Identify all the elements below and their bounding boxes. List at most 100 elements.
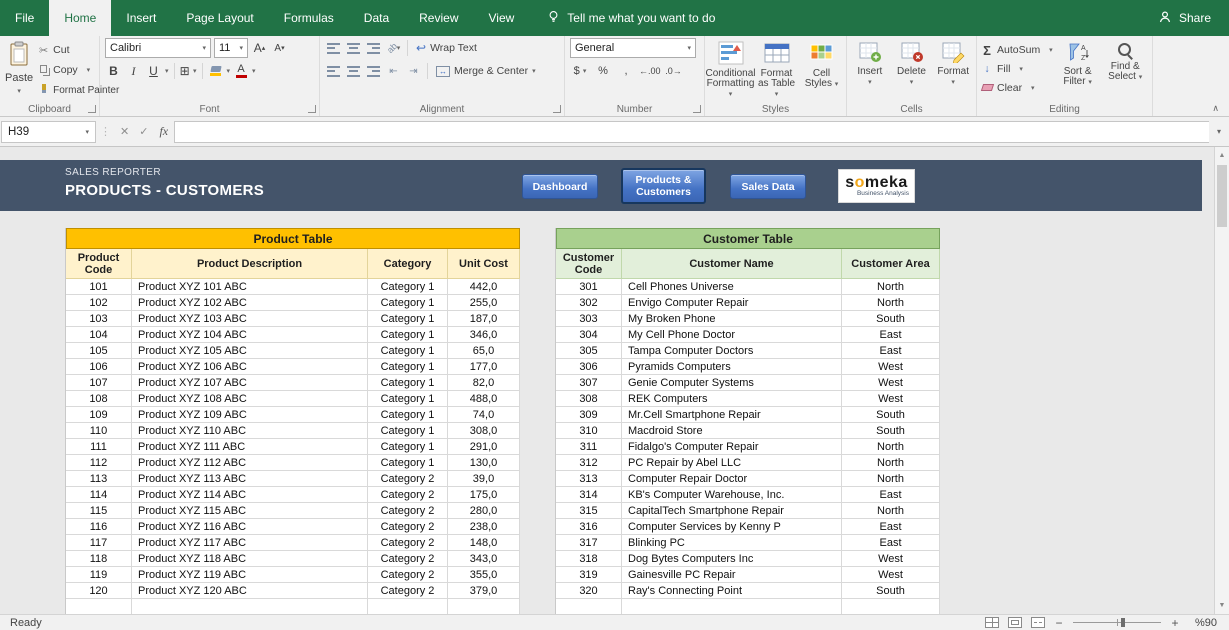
product-category-cell[interactable]: Category 1 [368,439,448,455]
customer-area-cell[interactable]: East [842,487,940,503]
product-cost-cell[interactable]: 343,0 [448,551,520,567]
insert-function-button[interactable]: fx [153,124,174,139]
align-top-button[interactable] [325,38,342,58]
underline-button[interactable]: U [145,61,162,81]
autosum-button[interactable]: ΣAutoSum ▾ [980,41,1054,59]
product-cost-cell[interactable]: 255,0 [448,295,520,311]
product-category-cell[interactable]: Category 2 [368,535,448,551]
cell-styles-button[interactable]: Cell Styles ▾ [800,39,843,102]
product-cost-cell[interactable]: 82,0 [448,375,520,391]
products-customers-button[interactable]: Products & Customers [621,168,706,204]
product-category-cell[interactable]: Category 1 [368,455,448,471]
collapse-ribbon-button[interactable]: ∧ [1212,103,1219,114]
enter-check-icon[interactable]: ✓ [134,125,153,138]
product-cost-cell[interactable]: 177,0 [448,359,520,375]
align-middle-button[interactable] [345,38,362,58]
page-layout-view-icon[interactable] [1008,617,1022,628]
customer-code-cell[interactable]: 311 [556,439,622,455]
product-cost-cell[interactable]: 238,0 [448,519,520,535]
customer-code-cell[interactable]: 320 [556,583,622,599]
number-format-combo[interactable]: General▾ [570,38,696,58]
customer-area-cell[interactable]: West [842,391,940,407]
customer-code-cell[interactable]: 307 [556,375,622,391]
product-category-cell[interactable]: Category 1 [368,279,448,295]
cancel-icon[interactable]: ✕ [115,125,134,138]
wrap-text-button[interactable]: ↩Wrap Text [413,38,480,58]
customer-name-cell[interactable]: My Broken Phone [622,311,842,327]
borders-button[interactable]: ⊞ ▾ [180,61,197,81]
customer-area-cell[interactable]: North [842,471,940,487]
worksheet[interactable]: SALES REPORTER PRODUCTS - CUSTOMERS Dash… [0,147,1229,614]
ribbon-tab[interactable]: View [474,0,530,36]
customer-area-cell[interactable]: South [842,311,940,327]
product-code-cell[interactable]: 112 [66,455,132,471]
customer-area-cell[interactable]: West [842,375,940,391]
product-description-cell[interactable]: Product XYZ 106 ABC [132,359,368,375]
customer-area-cell[interactable]: North [842,503,940,519]
product-description-cell[interactable]: Product XYZ 113 ABC [132,471,368,487]
format-painter-button[interactable]: Format Painter [37,81,96,99]
product-code-cell[interactable]: 120 [66,583,132,599]
customer-name-cell[interactable]: Cell Phones Universe [622,279,842,295]
decrease-font-size-button[interactable]: A▾ [271,38,288,58]
customer-name-cell[interactable]: Envigo Computer Repair [622,295,842,311]
customer-area-cell[interactable]: North [842,295,940,311]
product-code-cell[interactable]: 111 [66,439,132,455]
vertical-scrollbar[interactable]: ▲ ▼ [1214,147,1229,614]
product-description-cell[interactable]: Product XYZ 102 ABC [132,295,368,311]
product-description-cell[interactable]: Product XYZ 104 ABC [132,327,368,343]
customer-code-cell[interactable]: 304 [556,327,622,343]
customer-code-cell[interactable]: 302 [556,295,622,311]
customer-code-cell[interactable]: 301 [556,279,622,295]
customer-area-cell[interactable]: East [842,519,940,535]
customer-code-cell[interactable]: 310 [556,423,622,439]
orientation-button[interactable]: ab▾ [385,38,402,58]
product-code-cell[interactable]: 109 [66,407,132,423]
product-code-cell[interactable]: 106 [66,359,132,375]
product-code-cell[interactable]: 110 [66,423,132,439]
increase-decimal-button[interactable]: ←.00 [639,61,661,81]
product-code-cell[interactable]: 115 [66,503,132,519]
customer-name-cell[interactable]: Blinking PC [622,535,842,551]
product-description-cell[interactable]: Product XYZ 117 ABC [132,535,368,551]
alignment-dialog-launcher-icon[interactable] [553,105,561,113]
product-category-cell[interactable]: Category 2 [368,551,448,567]
product-cost-cell[interactable]: 355,0 [448,567,520,583]
product-description-cell[interactable]: Product XYZ 115 ABC [132,503,368,519]
customer-code-cell[interactable]: 315 [556,503,622,519]
ribbon-tab[interactable]: Page Layout [171,0,268,36]
italic-button[interactable]: I [125,61,142,81]
product-cost-cell[interactable]: 280,0 [448,503,520,519]
product-category-cell[interactable]: Category 2 [368,487,448,503]
cut-button[interactable]: ✂Cut [37,41,96,59]
formula-bar-handle[interactable]: ⋮ [96,125,115,138]
customer-code-cell[interactable]: 308 [556,391,622,407]
product-description-cell[interactable]: Product XYZ 120 ABC [132,583,368,599]
product-cost-cell[interactable]: 187,0 [448,311,520,327]
product-category-cell[interactable]: Category 2 [368,471,448,487]
customer-name-cell[interactable]: Macdroid Store [622,423,842,439]
percent-style-button[interactable]: % [593,61,613,81]
product-code-cell[interactable]: 107 [66,375,132,391]
product-code-cell[interactable]: 114 [66,487,132,503]
customer-area-cell[interactable]: East [842,327,940,343]
customer-area-cell[interactable]: East [842,343,940,359]
customer-name-cell[interactable]: REK Computers [622,391,842,407]
customer-code-cell[interactable]: 306 [556,359,622,375]
page-break-preview-icon[interactable] [1031,617,1045,628]
product-code-cell[interactable]: 108 [66,391,132,407]
product-description-cell[interactable]: Product XYZ 119 ABC [132,567,368,583]
product-category-cell[interactable]: Category 1 [368,407,448,423]
product-code-cell[interactable]: 103 [66,311,132,327]
product-code-cell[interactable]: 102 [66,295,132,311]
zoom-in-button[interactable]: + [1170,618,1180,628]
customer-name-cell[interactable]: Genie Computer Systems [622,375,842,391]
product-description-cell[interactable]: Product XYZ 114 ABC [132,487,368,503]
customer-code-cell[interactable]: 303 [556,311,622,327]
product-cost-cell[interactable]: 291,0 [448,439,520,455]
align-bottom-button[interactable] [365,38,382,58]
scroll-down-icon[interactable]: ▼ [1215,598,1229,613]
customer-code-cell[interactable]: 313 [556,471,622,487]
customer-name-cell[interactable]: Computer Repair Doctor [622,471,842,487]
customer-area-cell[interactable]: West [842,551,940,567]
